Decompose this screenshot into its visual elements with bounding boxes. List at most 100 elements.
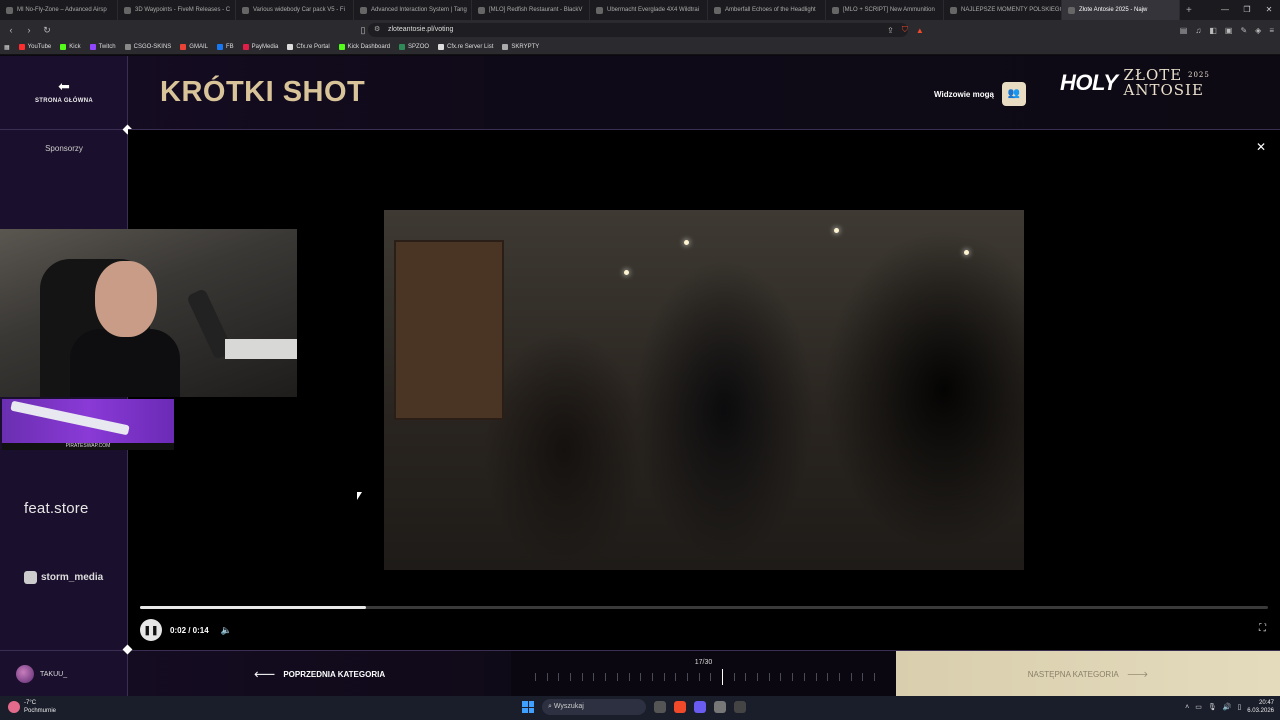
bookmark-item[interactable]: Cfx.re Portal	[287, 44, 330, 50]
browser-tab[interactable]: [MLO + SCRIPT] New Ammunition	[826, 0, 944, 20]
browser-tab[interactable]: Ubermacht Everglade 4X4 Wildtrai	[590, 0, 708, 20]
url-field[interactable]: ⚙ zloteantosie.pl/voting	[368, 23, 908, 37]
bookmark-item[interactable]: SPZOO	[399, 44, 429, 50]
discord-icon[interactable]	[694, 701, 706, 713]
video-player: ✕ ❚❚ 0:02 / 0:14 🔈 ⛶	[128, 130, 1280, 650]
share-icon[interactable]: ⇪	[887, 26, 894, 35]
bookmark-label: FB	[225, 44, 234, 50]
arrow-left-icon: 🡐	[253, 670, 276, 679]
bookmark-icon	[180, 44, 187, 50]
browser-tab[interactable]: Various widebody Car pack V5 - Fi	[236, 0, 354, 20]
battery-icon[interactable]: ▯	[1237, 703, 1241, 711]
apps-icon[interactable]: ▦	[4, 44, 10, 51]
username: TAKUU_	[40, 670, 68, 678]
bookmark-item[interactable]: SKRYPTY	[502, 44, 539, 50]
browser-tab[interactable]: 3D Waypoints - FiveM Releases - C	[118, 0, 236, 20]
sponsor-feat-store-logo[interactable]: feat.store	[24, 500, 89, 517]
minimize-icon[interactable]: —	[1214, 0, 1236, 20]
category-tick	[628, 673, 630, 681]
search-placeholder: Wyszukaj	[553, 703, 584, 710]
start-icon[interactable]	[522, 701, 534, 713]
reload-icon[interactable]: ↻	[40, 25, 54, 36]
tab-favicon-icon	[124, 6, 131, 14]
rewards-icon[interactable]: ▲	[916, 26, 924, 35]
user-profile[interactable]: TAKUU_	[0, 651, 128, 697]
fullscreen-icon[interactable]: ⛶	[1259, 623, 1266, 634]
browser-tab[interactable]: NAJLEPSZE MOMENTY POLSKIEGO	[944, 0, 1062, 20]
address-bar-row: ‹ › ↻ ▯ ⚙ zloteantosie.pl/voting ⇪ ⛉ ▲ ▤…	[0, 20, 1280, 40]
weather-widget[interactable]: -7°C Pochmurnie	[8, 699, 56, 715]
new-tab-button[interactable]: +	[1180, 5, 1198, 16]
steam-icon[interactable]	[714, 701, 726, 713]
extensions-icon[interactable]: ✎	[1240, 26, 1247, 35]
tab-title: Ubermacht Everglade 4X4 Wildtrai	[607, 7, 700, 13]
volume-icon[interactable]: 🔈	[221, 625, 232, 636]
task-view-icon[interactable]	[654, 701, 666, 713]
bookmark-item[interactable]: Twitch	[89, 44, 116, 50]
browser-icon[interactable]	[674, 701, 686, 713]
volume-icon[interactable]: 🔊	[1223, 703, 1232, 711]
weather-condition: Pochmurnie	[24, 708, 57, 714]
forward-icon[interactable]: ›	[22, 25, 36, 35]
close-icon[interactable]: ✕	[1256, 140, 1266, 154]
bookmark-label: GMAIL	[189, 44, 208, 50]
taskbar-search[interactable]: ⌕ Wyszukaj	[542, 699, 646, 715]
bookmark-icon	[18, 44, 25, 50]
back-icon[interactable]: ‹	[4, 25, 18, 35]
bookmark-item[interactable]: Cfx.re Server List	[438, 44, 493, 50]
close-window-icon[interactable]: ✕	[1258, 0, 1280, 20]
bookmark-item[interactable]: GMAIL	[180, 44, 208, 50]
sidebar-icon[interactable]: ▤	[1180, 26, 1188, 35]
wallet-icon[interactable]: ▣	[1225, 26, 1233, 35]
video-frame[interactable]	[384, 210, 1024, 570]
category-tick	[803, 673, 805, 681]
restore-icon[interactable]: ❐	[1236, 0, 1258, 20]
bookmark-label: Kick Dashboard	[347, 44, 391, 50]
menu-icon[interactable]: ≡	[1269, 26, 1274, 35]
browser-tab[interactable]: Advanced Interaction System | Tang	[354, 0, 472, 20]
browser-tab[interactable]: Złote Antosie 2025 - Najw	[1062, 0, 1180, 20]
category-footer: TAKUU_ 🡐 POPRZEDNIA KATEGORIA 17/30 NAST…	[0, 650, 1280, 697]
bookmark-icon	[242, 44, 249, 50]
bookmark-item[interactable]: Kick	[60, 44, 81, 50]
tab-title: [MLO + SCRIPT] New Ammunition	[843, 7, 935, 13]
video-progress-bar[interactable]	[140, 606, 1268, 609]
url-text: zloteantosie.pl/voting	[388, 26, 454, 33]
bookmark-item[interactable]: PayMedia	[242, 44, 278, 50]
home-button[interactable]: ⬅ STRONA GŁÓWNA	[0, 56, 128, 130]
tab-title: Amberfall Echoes of the Headlight	[725, 7, 816, 13]
bookmark-item[interactable]: Kick Dashboard	[338, 44, 391, 50]
media-icon[interactable]: ♫	[1195, 26, 1201, 35]
clock[interactable]: 20:47 6.03.2026	[1247, 699, 1274, 715]
network-icon[interactable]: ▭	[1195, 703, 1202, 711]
category-tick	[873, 673, 875, 681]
bookmark-item[interactable]: FB	[216, 44, 234, 50]
tab-title: Advanced Interaction System | Tang	[371, 7, 467, 13]
browser-tab[interactable]: Amberfall Echoes of the Headlight	[708, 0, 826, 20]
weather-text: -7°C Pochmurnie	[24, 699, 56, 715]
chevron-up-icon[interactable]: ˄	[1185, 704, 1189, 711]
bookmark-item[interactable]: CSGO-SKINS	[124, 44, 171, 50]
site-info-icon[interactable]: ⚙	[374, 23, 380, 37]
bookmark-item[interactable]: YouTube	[18, 44, 51, 50]
storm-media-icon	[24, 571, 37, 584]
sponsor-storm-media-logo[interactable]: storm_media	[24, 571, 103, 584]
browser-tab[interactable]: MI No-Fly-Zone – Advanced Airsp	[0, 0, 118, 20]
people-icon[interactable]: 👥	[1001, 82, 1026, 106]
panel-icon[interactable]: ◧	[1209, 26, 1217, 35]
browser-tab[interactable]: [MLO] Redfish Restaurant - BlackV	[472, 0, 590, 20]
category-tick	[768, 673, 770, 681]
player-controls: ❚❚ 0:02 / 0:14 🔈	[140, 619, 232, 641]
category-tick	[757, 673, 759, 681]
previous-category-button[interactable]: 🡐 POPRZEDNIA KATEGORIA	[128, 651, 511, 697]
clock-time: 20:47	[1258, 700, 1274, 706]
webcam-person-body	[70, 329, 180, 397]
mic-icon[interactable]: 🎙	[1208, 703, 1217, 711]
shield-icon[interactable]: ⛉	[902, 25, 908, 35]
pause-button[interactable]: ❚❚	[140, 619, 162, 641]
system-tray: ˄ ▭ 🎙 🔊 ▯ 20:47 6.03.2026	[1185, 699, 1274, 715]
vpn-icon[interactable]: ◈	[1255, 26, 1261, 35]
obs-icon[interactable]	[734, 701, 746, 713]
next-category-button[interactable]: NASTĘPNA KATEGORIA 🡒	[896, 651, 1280, 697]
tab-favicon-icon	[950, 6, 957, 14]
